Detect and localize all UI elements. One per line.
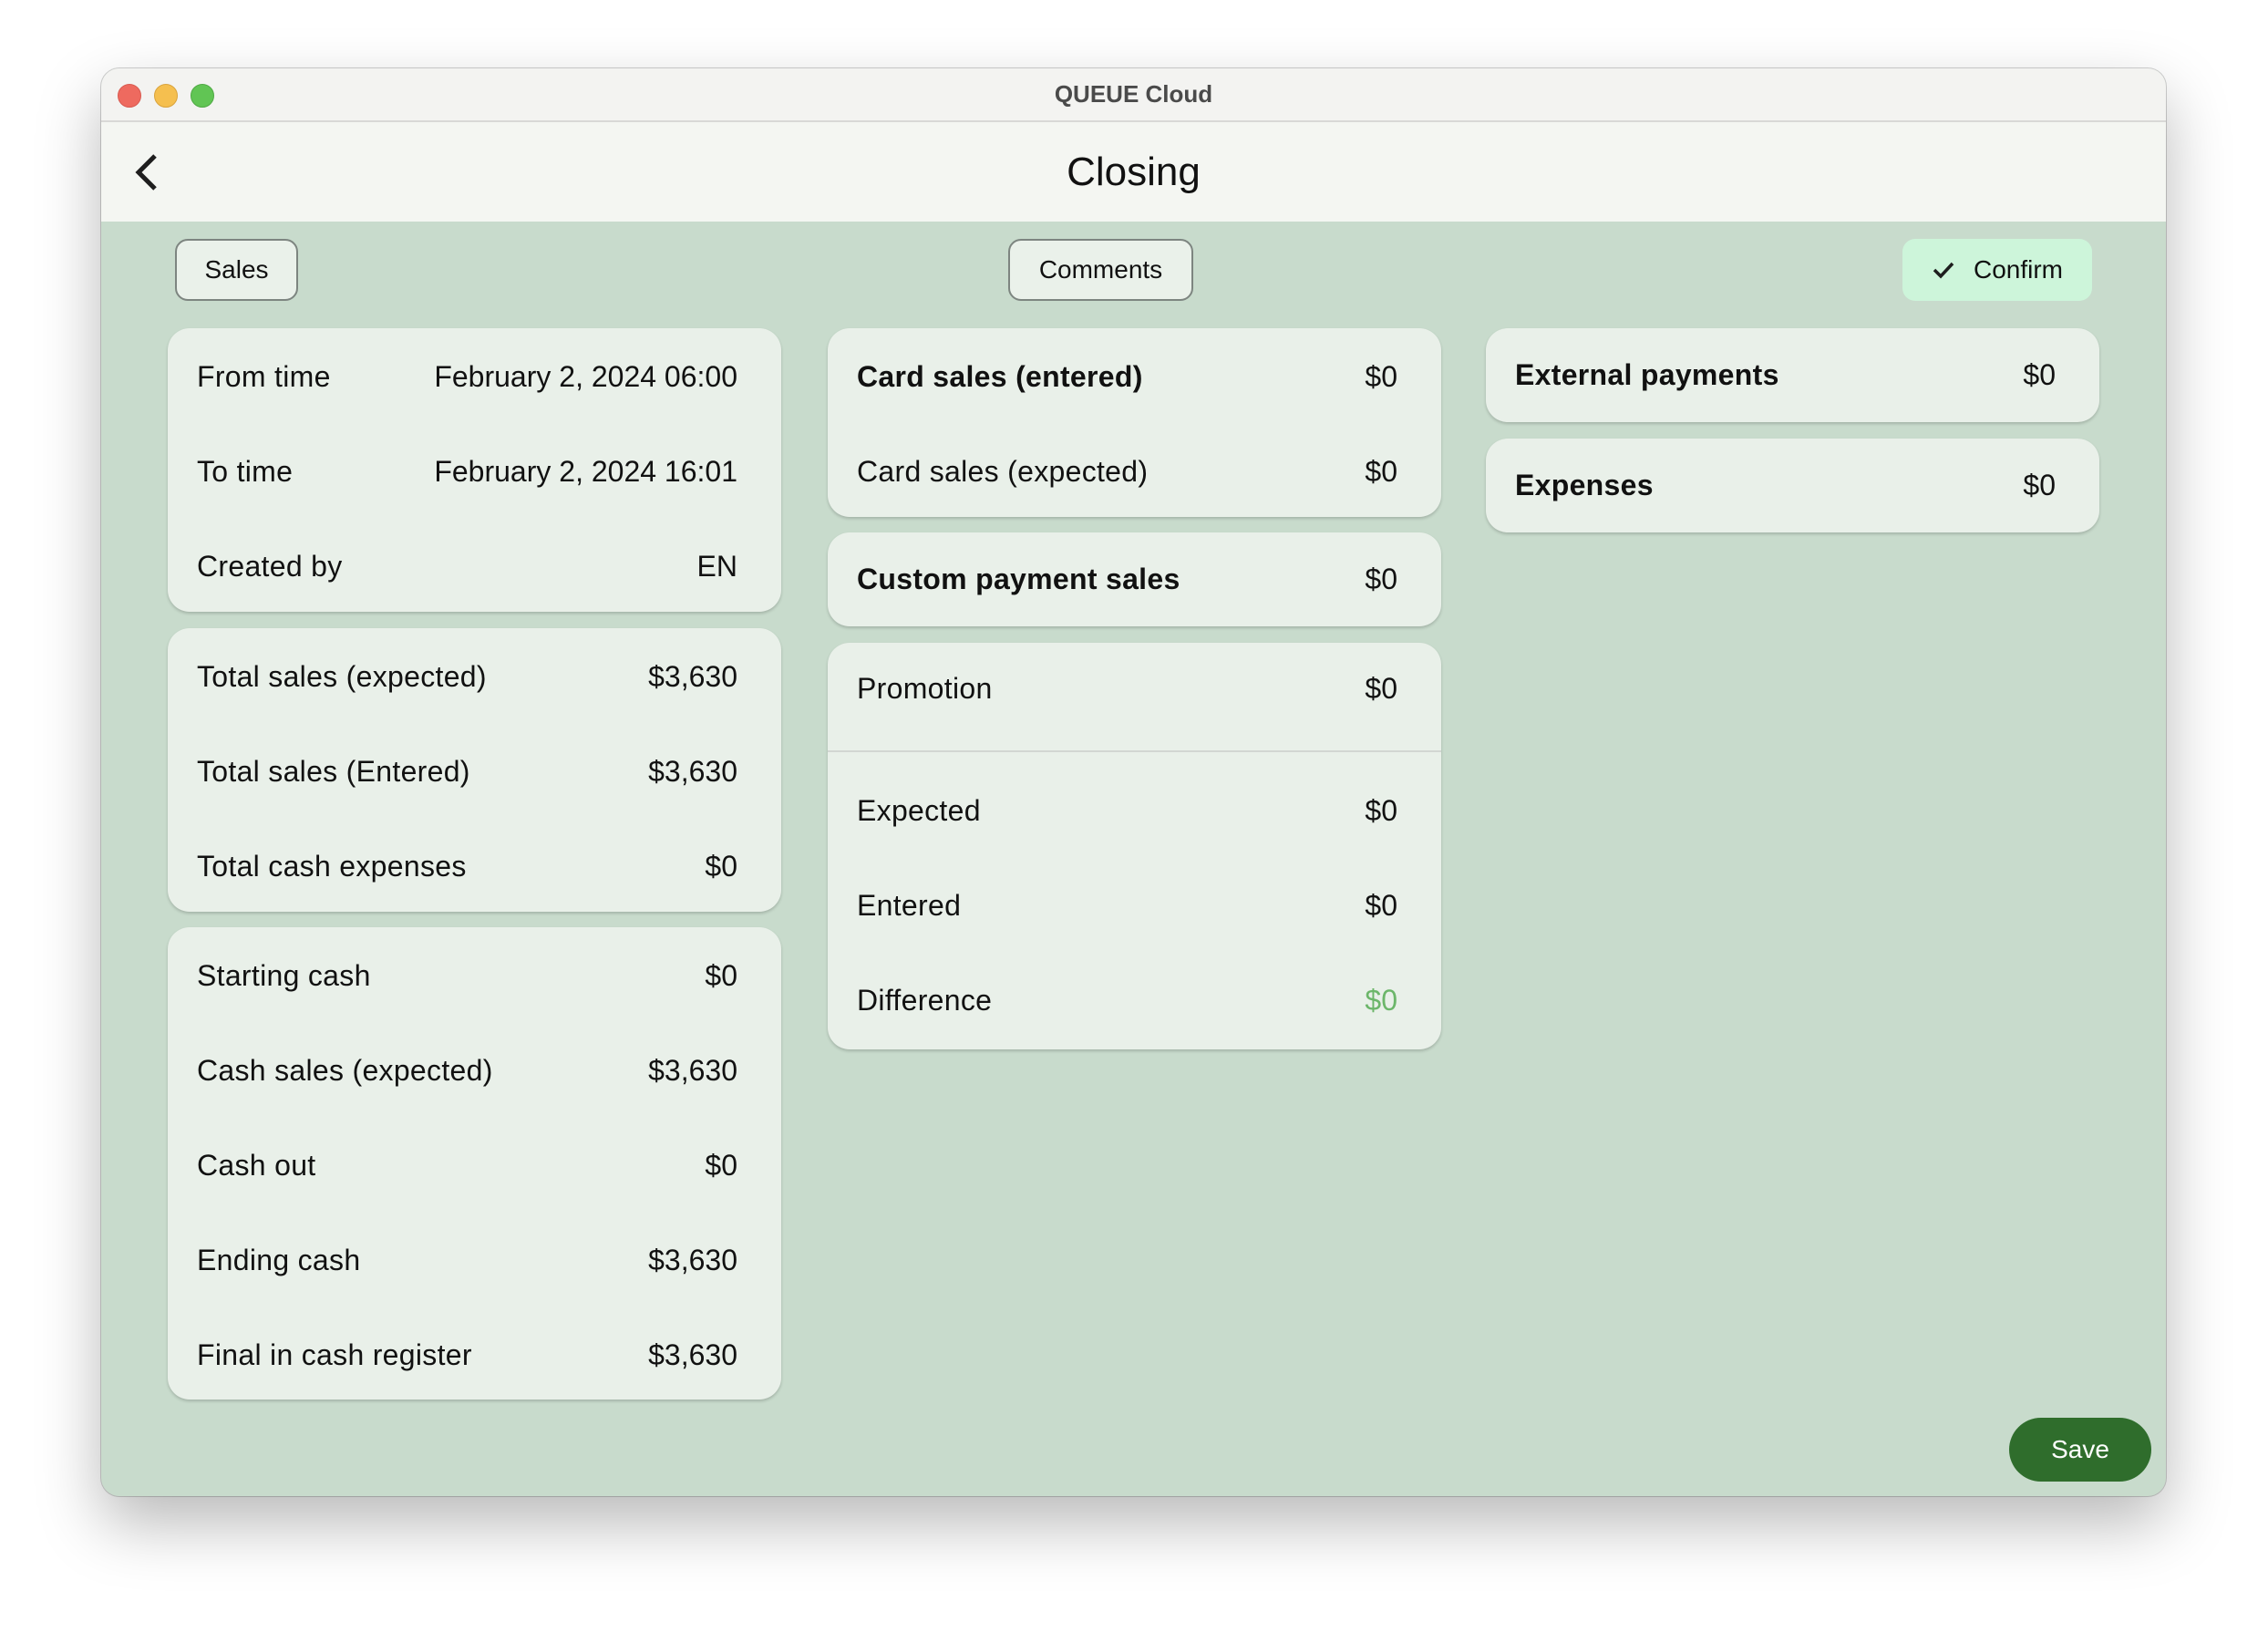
totals-row: Total cash expenses $0 [168, 819, 781, 914]
row-value: $0 [1365, 454, 1397, 488]
row-label: Entered [857, 888, 962, 922]
page-header: Closing [101, 122, 2166, 222]
confirm-button[interactable]: Confirm [1902, 239, 2092, 301]
card-sales-entered-row: Card sales (entered) $0 [828, 329, 1441, 424]
card-sales-card[interactable]: Card sales (entered) $0 Card sales (expe… [828, 328, 1441, 517]
row-label: External payments [1515, 358, 1779, 391]
row-value: $3,630 [648, 754, 737, 788]
cash-row: Starting cash $0 [168, 928, 781, 1023]
row-label: Promotion [857, 672, 993, 705]
row-value: $0 [2023, 358, 2056, 391]
row-label: Cash out [197, 1148, 316, 1182]
row-value: $0 [1365, 359, 1397, 393]
app-window: QUEUE Cloud Closing Sales Comments Confi… [101, 68, 2166, 1496]
row-value: February 2, 2024 16:01 [434, 454, 737, 488]
row-label: Expected [857, 793, 981, 827]
page-title: Closing [1067, 150, 1201, 194]
row-label: Total sales (Entered) [197, 754, 470, 788]
comments-button[interactable]: Comments [1008, 239, 1193, 301]
difference-value: $0 [1365, 983, 1397, 1017]
expenses-card[interactable]: Expenses $0 [1486, 439, 2099, 532]
row-label: Created by [197, 549, 343, 583]
custom-payment-row: Custom payment sales $0 [828, 532, 1441, 626]
confirm-label: Confirm [1973, 255, 2063, 284]
row-label: Cash sales (expected) [197, 1053, 493, 1087]
external-payments-card[interactable]: External payments $0 [1486, 328, 2099, 422]
window-title: QUEUE Cloud [1054, 80, 1213, 108]
row-value: $3,630 [648, 1338, 737, 1371]
cash-card: Starting cash $0 Cash sales (expected) $… [168, 927, 781, 1400]
row-value: $0 [2023, 469, 2056, 501]
row-value: $0 [1365, 793, 1397, 827]
info-row-from-time: From time February 2, 2024 06:00 [168, 329, 781, 424]
cash-row: Ending cash $3,630 [168, 1213, 781, 1307]
promotion-expected-row: Expected $0 [828, 763, 1441, 858]
row-value: $0 [1365, 672, 1397, 705]
row-value: EN [696, 549, 737, 583]
custom-payment-card[interactable]: Custom payment sales $0 [828, 532, 1441, 626]
row-label: Card sales (entered) [857, 359, 1143, 393]
row-label: Difference [857, 983, 993, 1017]
info-row-created-by: Created by EN [168, 519, 781, 614]
row-value: $0 [705, 958, 737, 992]
expenses-row: Expenses $0 [1486, 439, 2099, 532]
row-value: February 2, 2024 06:00 [434, 359, 737, 393]
card-sales-expected-row: Card sales (expected) $0 [828, 424, 1441, 519]
row-value: $0 [1365, 563, 1397, 595]
row-label: Card sales (expected) [857, 454, 1149, 488]
promotion-entered-row: Entered $0 [828, 858, 1441, 953]
row-label: Total cash expenses [197, 849, 467, 883]
title-bar: QUEUE Cloud [101, 68, 2166, 122]
cash-row: Final in cash register $3,630 [168, 1307, 781, 1402]
promotion-header-row: Promotion $0 [828, 643, 1441, 750]
closing-content: Sales Comments Confirm From time Februar… [101, 222, 2166, 1496]
row-label: Final in cash register [197, 1338, 472, 1371]
sales-button[interactable]: Sales [175, 239, 298, 301]
row-value: $0 [1365, 888, 1397, 922]
row-label: To time [197, 454, 294, 488]
promotion-difference-row: Difference $0 [828, 953, 1441, 1048]
row-value: $3,630 [648, 1243, 737, 1276]
cash-row: Cash out $0 [168, 1118, 781, 1213]
totals-row: Total sales (Entered) $3,630 [168, 724, 781, 819]
row-value: $3,630 [648, 1053, 737, 1087]
row-label: Starting cash [197, 958, 371, 992]
row-value: $0 [705, 1148, 737, 1182]
check-icon [1933, 262, 1954, 279]
promotion-card[interactable]: Promotion $0 Expected $0 Entered $0 Diff… [828, 643, 1441, 1049]
save-button[interactable]: Save [2009, 1418, 2151, 1482]
row-label: Custom payment sales [857, 563, 1180, 595]
row-value: $0 [705, 849, 737, 883]
row-label: Ending cash [197, 1243, 361, 1276]
cash-row: Cash sales (expected) $3,630 [168, 1023, 781, 1118]
info-row-to-time: To time February 2, 2024 16:01 [168, 424, 781, 519]
row-label: Expenses [1515, 469, 1654, 501]
totals-row: Total sales (expected) $3,630 [168, 629, 781, 724]
row-label: From time [197, 359, 331, 393]
external-payments-row: External payments $0 [1486, 328, 2099, 422]
row-value: $3,630 [648, 659, 737, 693]
row-label: Total sales (expected) [197, 659, 487, 693]
totals-card: Total sales (expected) $3,630 Total sale… [168, 628, 781, 912]
period-info-card: From time February 2, 2024 06:00 To time… [168, 328, 781, 612]
